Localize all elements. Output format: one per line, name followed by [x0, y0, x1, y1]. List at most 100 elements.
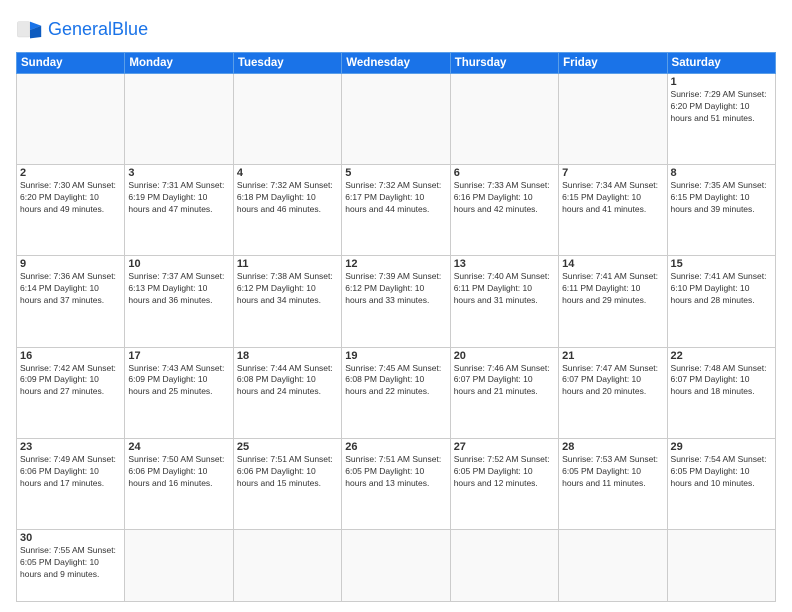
day-info: Sunrise: 7:29 AM Sunset: 6:20 PM Dayligh…	[671, 89, 772, 125]
calendar-cell: 3Sunrise: 7:31 AM Sunset: 6:19 PM Daylig…	[125, 165, 233, 256]
day-number: 28	[562, 441, 663, 453]
calendar-cell: 10Sunrise: 7:37 AM Sunset: 6:13 PM Dayli…	[125, 256, 233, 347]
day-info: Sunrise: 7:32 AM Sunset: 6:18 PM Dayligh…	[237, 180, 338, 216]
calendar-cell: 8Sunrise: 7:35 AM Sunset: 6:15 PM Daylig…	[667, 165, 775, 256]
day-number: 7	[562, 167, 663, 179]
day-number: 24	[128, 441, 229, 453]
calendar-cell: 26Sunrise: 7:51 AM Sunset: 6:05 PM Dayli…	[342, 438, 450, 529]
calendar-cell	[450, 529, 558, 601]
calendar-cell: 19Sunrise: 7:45 AM Sunset: 6:08 PM Dayli…	[342, 347, 450, 438]
day-info: Sunrise: 7:33 AM Sunset: 6:16 PM Dayligh…	[454, 180, 555, 216]
day-number: 19	[345, 350, 446, 362]
day-number: 26	[345, 441, 446, 453]
day-number: 9	[20, 258, 121, 270]
calendar-cell: 5Sunrise: 7:32 AM Sunset: 6:17 PM Daylig…	[342, 165, 450, 256]
calendar-cell: 23Sunrise: 7:49 AM Sunset: 6:06 PM Dayli…	[17, 438, 125, 529]
col-wednesday: Wednesday	[342, 53, 450, 74]
day-number: 30	[20, 532, 121, 544]
calendar-cell: 17Sunrise: 7:43 AM Sunset: 6:09 PM Dayli…	[125, 347, 233, 438]
calendar-cell	[342, 529, 450, 601]
logo-general: General	[48, 19, 112, 39]
calendar-cell: 22Sunrise: 7:48 AM Sunset: 6:07 PM Dayli…	[667, 347, 775, 438]
col-saturday: Saturday	[667, 53, 775, 74]
day-number: 16	[20, 350, 121, 362]
day-info: Sunrise: 7:39 AM Sunset: 6:12 PM Dayligh…	[345, 271, 446, 307]
calendar-cell: 25Sunrise: 7:51 AM Sunset: 6:06 PM Dayli…	[233, 438, 341, 529]
col-sunday: Sunday	[17, 53, 125, 74]
day-info: Sunrise: 7:42 AM Sunset: 6:09 PM Dayligh…	[20, 363, 121, 399]
calendar-cell	[233, 74, 341, 165]
day-info: Sunrise: 7:52 AM Sunset: 6:05 PM Dayligh…	[454, 454, 555, 490]
logo: GeneralBlue	[16, 16, 148, 44]
calendar-cell	[233, 529, 341, 601]
calendar-cell: 28Sunrise: 7:53 AM Sunset: 6:05 PM Dayli…	[559, 438, 667, 529]
day-number: 29	[671, 441, 772, 453]
calendar-cell	[342, 74, 450, 165]
calendar-cell: 27Sunrise: 7:52 AM Sunset: 6:05 PM Dayli…	[450, 438, 558, 529]
day-number: 11	[237, 258, 338, 270]
day-number: 27	[454, 441, 555, 453]
day-number: 3	[128, 167, 229, 179]
day-number: 1	[671, 76, 772, 88]
calendar-cell: 13Sunrise: 7:40 AM Sunset: 6:11 PM Dayli…	[450, 256, 558, 347]
calendar-cell: 7Sunrise: 7:34 AM Sunset: 6:15 PM Daylig…	[559, 165, 667, 256]
day-info: Sunrise: 7:40 AM Sunset: 6:11 PM Dayligh…	[454, 271, 555, 307]
day-number: 10	[128, 258, 229, 270]
day-info: Sunrise: 7:30 AM Sunset: 6:20 PM Dayligh…	[20, 180, 121, 216]
logo-blue: Blue	[112, 19, 148, 39]
day-number: 6	[454, 167, 555, 179]
calendar-cell: 20Sunrise: 7:46 AM Sunset: 6:07 PM Dayli…	[450, 347, 558, 438]
day-number: 21	[562, 350, 663, 362]
day-info: Sunrise: 7:32 AM Sunset: 6:17 PM Dayligh…	[345, 180, 446, 216]
day-number: 14	[562, 258, 663, 270]
day-number: 23	[20, 441, 121, 453]
day-number: 8	[671, 167, 772, 179]
calendar-cell	[559, 529, 667, 601]
day-number: 12	[345, 258, 446, 270]
logo-text: GeneralBlue	[48, 20, 148, 40]
day-info: Sunrise: 7:47 AM Sunset: 6:07 PM Dayligh…	[562, 363, 663, 399]
logo-icon	[16, 16, 44, 44]
col-tuesday: Tuesday	[233, 53, 341, 74]
calendar-cell	[125, 74, 233, 165]
day-info: Sunrise: 7:48 AM Sunset: 6:07 PM Dayligh…	[671, 363, 772, 399]
day-info: Sunrise: 7:44 AM Sunset: 6:08 PM Dayligh…	[237, 363, 338, 399]
calendar-table: Sunday Monday Tuesday Wednesday Thursday…	[16, 52, 776, 602]
calendar-cell: 24Sunrise: 7:50 AM Sunset: 6:06 PM Dayli…	[125, 438, 233, 529]
col-thursday: Thursday	[450, 53, 558, 74]
day-info: Sunrise: 7:41 AM Sunset: 6:10 PM Dayligh…	[671, 271, 772, 307]
calendar-cell: 15Sunrise: 7:41 AM Sunset: 6:10 PM Dayli…	[667, 256, 775, 347]
day-info: Sunrise: 7:51 AM Sunset: 6:06 PM Dayligh…	[237, 454, 338, 490]
day-number: 13	[454, 258, 555, 270]
calendar-cell	[450, 74, 558, 165]
header-row: Sunday Monday Tuesday Wednesday Thursday…	[17, 53, 776, 74]
header: GeneralBlue	[16, 16, 776, 44]
calendar-cell: 9Sunrise: 7:36 AM Sunset: 6:14 PM Daylig…	[17, 256, 125, 347]
day-info: Sunrise: 7:53 AM Sunset: 6:05 PM Dayligh…	[562, 454, 663, 490]
day-info: Sunrise: 7:46 AM Sunset: 6:07 PM Dayligh…	[454, 363, 555, 399]
calendar-cell: 30Sunrise: 7:55 AM Sunset: 6:05 PM Dayli…	[17, 529, 125, 601]
day-info: Sunrise: 7:50 AM Sunset: 6:06 PM Dayligh…	[128, 454, 229, 490]
day-info: Sunrise: 7:55 AM Sunset: 6:05 PM Dayligh…	[20, 545, 121, 581]
day-number: 4	[237, 167, 338, 179]
day-number: 15	[671, 258, 772, 270]
day-info: Sunrise: 7:54 AM Sunset: 6:05 PM Dayligh…	[671, 454, 772, 490]
calendar-cell: 21Sunrise: 7:47 AM Sunset: 6:07 PM Dayli…	[559, 347, 667, 438]
day-number: 18	[237, 350, 338, 362]
day-info: Sunrise: 7:31 AM Sunset: 6:19 PM Dayligh…	[128, 180, 229, 216]
calendar-cell: 4Sunrise: 7:32 AM Sunset: 6:18 PM Daylig…	[233, 165, 341, 256]
calendar-cell: 12Sunrise: 7:39 AM Sunset: 6:12 PM Dayli…	[342, 256, 450, 347]
calendar-cell: 6Sunrise: 7:33 AM Sunset: 6:16 PM Daylig…	[450, 165, 558, 256]
day-info: Sunrise: 7:36 AM Sunset: 6:14 PM Dayligh…	[20, 271, 121, 307]
day-info: Sunrise: 7:34 AM Sunset: 6:15 PM Dayligh…	[562, 180, 663, 216]
calendar-cell: 18Sunrise: 7:44 AM Sunset: 6:08 PM Dayli…	[233, 347, 341, 438]
day-number: 25	[237, 441, 338, 453]
calendar-cell: 2Sunrise: 7:30 AM Sunset: 6:20 PM Daylig…	[17, 165, 125, 256]
calendar-cell: 14Sunrise: 7:41 AM Sunset: 6:11 PM Dayli…	[559, 256, 667, 347]
calendar-cell: 11Sunrise: 7:38 AM Sunset: 6:12 PM Dayli…	[233, 256, 341, 347]
day-info: Sunrise: 7:51 AM Sunset: 6:05 PM Dayligh…	[345, 454, 446, 490]
day-info: Sunrise: 7:35 AM Sunset: 6:15 PM Dayligh…	[671, 180, 772, 216]
calendar-cell: 1Sunrise: 7:29 AM Sunset: 6:20 PM Daylig…	[667, 74, 775, 165]
col-friday: Friday	[559, 53, 667, 74]
day-number: 22	[671, 350, 772, 362]
